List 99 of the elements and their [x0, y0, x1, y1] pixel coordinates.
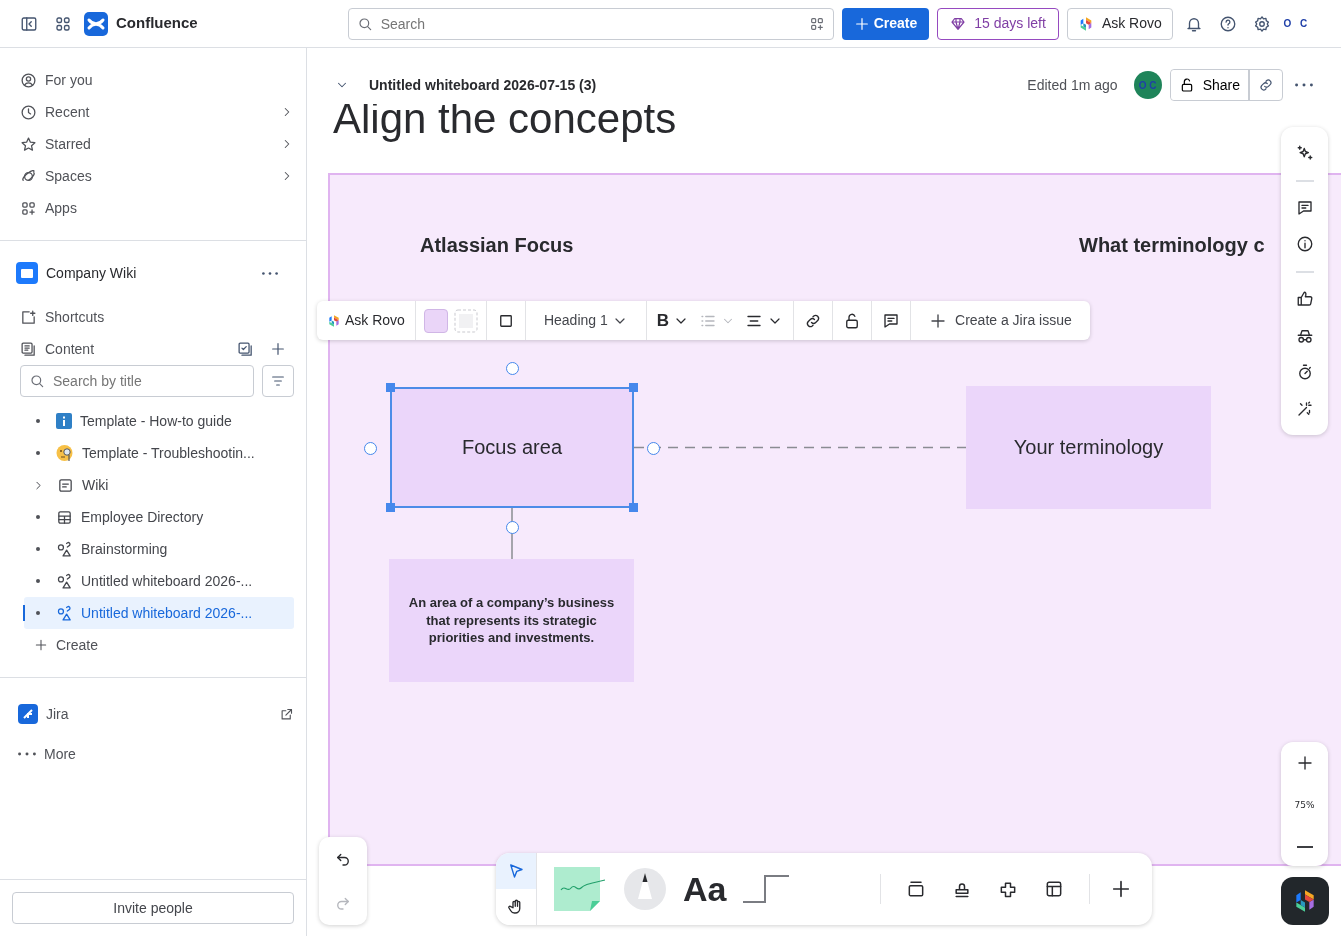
- shapes-icon: [56, 572, 73, 590]
- table-icon: [56, 508, 73, 526]
- settings-icon: [1252, 14, 1271, 33]
- plus-icon: [1110, 878, 1132, 900]
- rovo-chat-button[interactable]: [1281, 877, 1329, 925]
- minus-icon: [1296, 846, 1313, 848]
- resize-handle[interactable]: [629, 503, 638, 512]
- resize-handle[interactable]: [629, 383, 638, 392]
- logo-icon: [84, 11, 108, 36]
- folder-icon: [16, 262, 38, 284]
- comment-icon: [1295, 198, 1314, 217]
- user-avatar: O C: [1133, 71, 1162, 99]
- ellipsis-icon: [18, 752, 36, 756]
- nav-item[interactable]: Shortcuts: [0, 301, 306, 333]
- share-button[interactable]: Share: [1170, 70, 1249, 100]
- link-icon: [1258, 77, 1274, 93]
- shortcut-icon: [20, 308, 37, 326]
- space-name[interactable]: Company Wiki: [46, 262, 250, 284]
- content-icon: [20, 340, 37, 358]
- page-icon: [57, 476, 74, 494]
- info-icon: [56, 413, 72, 429]
- sticky-shape[interactable]: Your terminology: [966, 386, 1211, 509]
- comment-icon: [882, 311, 901, 330]
- resize-handle[interactable]: [386, 503, 395, 512]
- bold-button[interactable]: B: [654, 305, 692, 336]
- page-tree-item[interactable]: Employee Directory: [24, 501, 294, 533]
- text-tool[interactable]: Aa: [683, 872, 727, 906]
- connector-line: [511, 508, 513, 559]
- star-icon: [20, 135, 37, 153]
- nav-item[interactable]: Starred: [0, 128, 306, 160]
- sticky-shape[interactable]: Focus area: [390, 387, 634, 508]
- emoji-icon: [56, 444, 74, 462]
- cursor-icon: [507, 862, 525, 880]
- text-style-dropdown[interactable]: Heading 1: [541, 308, 630, 333]
- template-icon: [1044, 879, 1064, 899]
- gem-icon: [950, 15, 967, 32]
- plus-icon: [853, 15, 870, 32]
- plus-icon: [34, 638, 48, 652]
- plus-icon: [1295, 754, 1314, 772]
- filter-icon: [270, 373, 286, 389]
- invite-button[interactable]: Invite people: [12, 892, 294, 924]
- product-name: Confluence: [116, 13, 198, 34]
- trial-button[interactable]: 15 days left: [937, 7, 1059, 40]
- create-button[interactable]: Create: [841, 7, 930, 40]
- checkbox-icon: [237, 340, 254, 358]
- frame-icon: [906, 879, 926, 899]
- external-link-icon: [279, 706, 294, 722]
- search-field[interactable]: Search: [347, 7, 834, 40]
- page-tree-item[interactable]: Template - How-to guide: [24, 405, 294, 437]
- more-link[interactable]: More: [0, 738, 306, 770]
- page-tree-item[interactable]: Untitled whiteboard 2026-...: [24, 597, 294, 629]
- connector-tool[interactable]: [742, 874, 791, 904]
- zoom-level: 75%: [1294, 799, 1315, 813]
- create-jira-issue-button[interactable]: Create a Jira issue: [927, 308, 1074, 333]
- content-heading[interactable]: Content: [45, 338, 225, 360]
- column-heading: What terminology c: [1079, 233, 1265, 258]
- shapes-icon: [56, 540, 73, 558]
- resize-handle[interactable]: [386, 383, 395, 392]
- board-heading: Align the concepts: [333, 96, 677, 143]
- jira-link[interactable]: Jira: [0, 694, 306, 734]
- nav-item[interactable]: Recent: [0, 96, 306, 128]
- apps-icon: [20, 199, 37, 217]
- shapes-icon: [998, 879, 1018, 899]
- ellipsis-icon: [262, 271, 278, 275]
- info-icon: [1295, 235, 1314, 254]
- title-search-field[interactable]: Search by title: [20, 365, 254, 397]
- ask-rovo-button[interactable]: Ask Rovo: [325, 308, 407, 333]
- search-icon: [356, 15, 373, 32]
- rovo-icon: [327, 313, 341, 328]
- jira-logo-icon: [18, 704, 38, 724]
- apps-icon: [808, 15, 825, 32]
- hand-tool[interactable]: [496, 889, 536, 925]
- sidebar-icon: [20, 14, 38, 33]
- person-icon: [20, 71, 37, 89]
- sparkle-icon: [1295, 144, 1314, 163]
- page-tree-item[interactable]: Template - Troubleshootin...: [24, 437, 294, 469]
- create-link[interactable]: Create: [0, 629, 306, 661]
- help-icon: [1218, 14, 1237, 33]
- shapes-icon: [56, 604, 73, 622]
- select-tool[interactable]: [496, 853, 536, 889]
- nav-item[interactable]: For you: [0, 64, 306, 96]
- plus-icon: [270, 341, 286, 357]
- ellipsis-icon: [1295, 83, 1313, 87]
- page-tree-item[interactable]: Untitled whiteboard 2026-...: [24, 565, 294, 597]
- fill-color-swatch[interactable]: [423, 308, 448, 333]
- nav-item[interactable]: Apps: [0, 192, 306, 224]
- edited-label: Edited 1m ago: [1027, 75, 1118, 95]
- page-title: Untitled whiteboard 2026-07-15 (3): [369, 75, 598, 95]
- plus-icon: [929, 311, 948, 330]
- note-card[interactable]: An area of a company’s business that represents its strategic priorities and investments.: [389, 559, 634, 682]
- search-icon: [29, 373, 45, 389]
- thumbs-up-icon: [1295, 290, 1314, 308]
- column-heading: Atlassian Focus: [420, 233, 574, 258]
- clock-icon: [20, 103, 37, 121]
- grid-icon: [54, 14, 72, 33]
- ask-rovo-button[interactable]: Ask Rovo: [1066, 7, 1173, 40]
- page-tree-item[interactable]: Brainstorming: [24, 533, 294, 565]
- nav-item[interactable]: Spaces: [0, 160, 306, 192]
- page-tree-item[interactable]: Wiki: [24, 469, 294, 501]
